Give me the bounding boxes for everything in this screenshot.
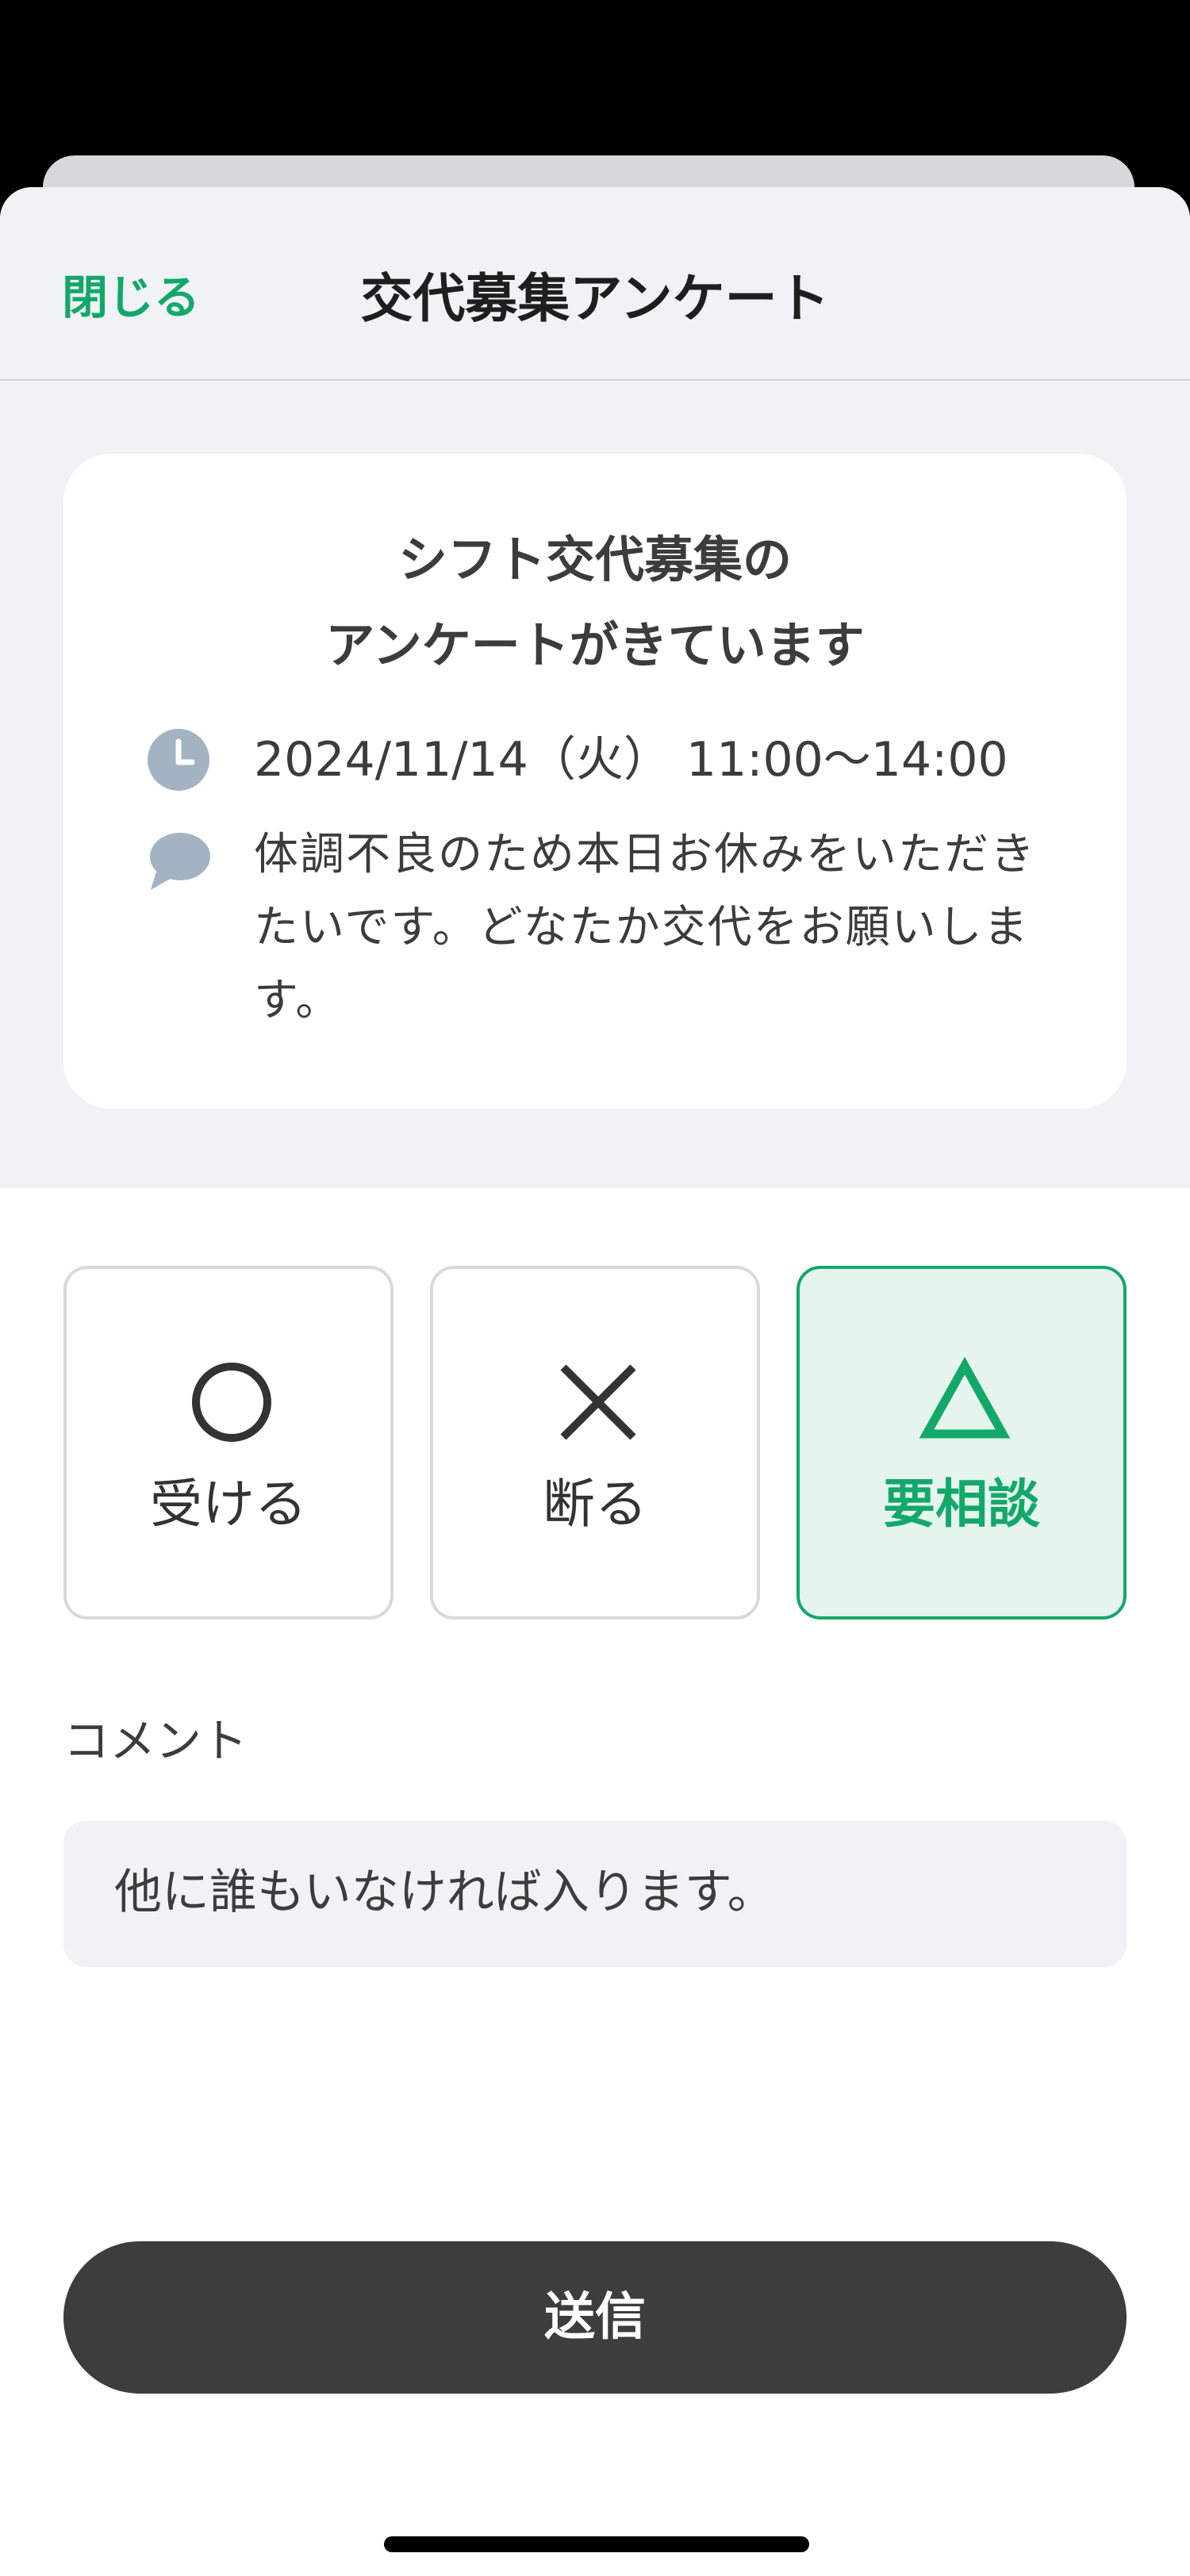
consult-option[interactable]: 要相談 [797, 1266, 1127, 1620]
cross-icon [560, 1364, 636, 1440]
consult-label: 要相談 [883, 1474, 1040, 1535]
shift-datetime: 2024/11/14（火） 11:00〜14:00 [254, 732, 1008, 788]
comment-value: 他に誰もいなければ入ります。 [114, 1865, 775, 1920]
submit-button[interactable]: 送信 [63, 2241, 1127, 2394]
decline-option[interactable]: 断る [430, 1266, 760, 1620]
home-indicator [384, 2536, 809, 2552]
comment-label: コメント [63, 1714, 248, 1768]
request-info-card: シフト交代募集の アンケートがきています 2024/11/14（火） 11:00… [63, 454, 1127, 1109]
circle-icon [192, 1363, 271, 1442]
request-message: 体調不良のため本日お休みをいただきたいです。どなたか交代をお願いします。 [254, 829, 1036, 1026]
answer-choices: 受ける 断る 要相談 [0, 1266, 1190, 1620]
clock-icon [148, 729, 209, 791]
triangle-icon [919, 1356, 1011, 1439]
comment-input[interactable]: 他に誰もいなければ入ります。 [63, 1821, 1127, 1967]
submit-label: 送信 [544, 2288, 646, 2347]
card-title-line1: シフト交代募集の [397, 531, 792, 588]
accept-label: 受ける [150, 1474, 307, 1535]
info-area: シフト交代募集の アンケートがきています 2024/11/14（火） 11:00… [0, 381, 1190, 1188]
card-title: シフト交代募集の アンケートがきています [63, 517, 1127, 688]
card-title-line2: アンケートがきています [325, 616, 865, 674]
survey-sheet: 閉じる 交代募集アンケート シフト交代募集の アンケートがきています 2024/… [0, 187, 1190, 2576]
decline-label: 断る [543, 1474, 647, 1535]
accept-option[interactable]: 受ける [63, 1266, 393, 1620]
speech-bubble-icon [150, 833, 210, 890]
page-title: 交代募集アンケート [360, 268, 830, 329]
nav-bar: 閉じる 交代募集アンケート [0, 187, 1190, 381]
